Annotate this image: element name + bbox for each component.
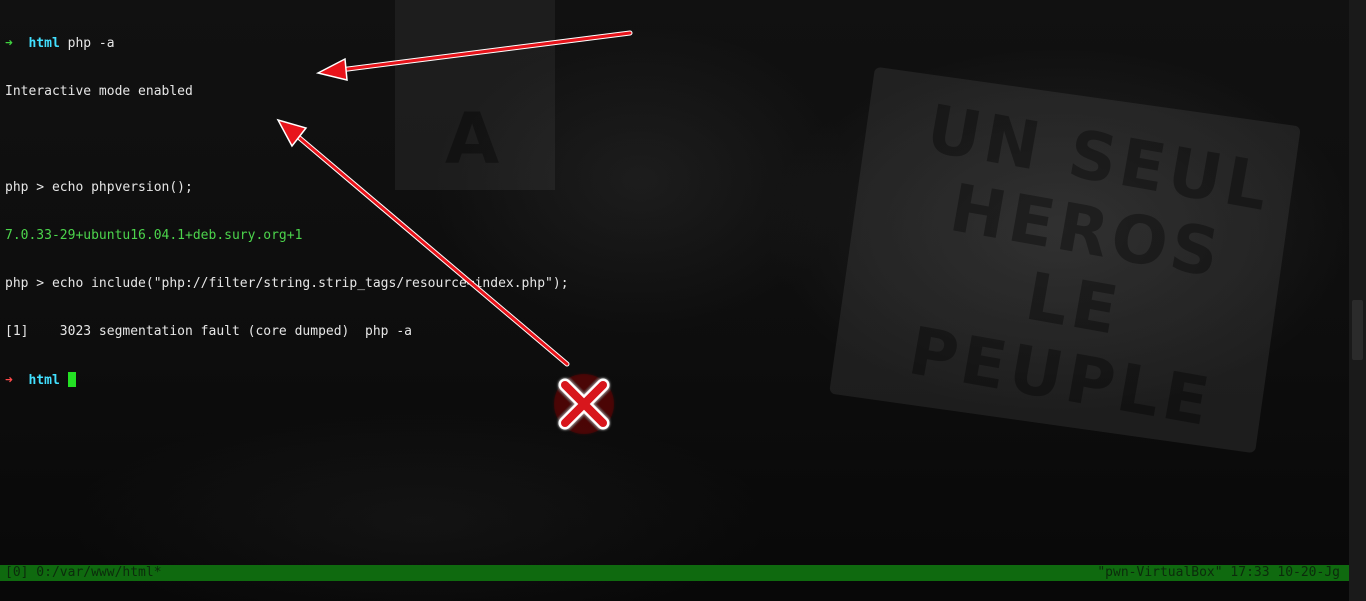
terminal-line-prompt[interactable]: ➜ html bbox=[5, 372, 569, 388]
prompt-directory: html bbox=[28, 373, 60, 388]
command-text: php -a bbox=[59, 36, 115, 51]
scrollbar-thumb[interactable] bbox=[1352, 300, 1363, 360]
terminal-line-prompt: ➜ html php -a bbox=[5, 36, 569, 52]
scrollbar[interactable] bbox=[1349, 0, 1366, 601]
text-cursor bbox=[67, 372, 76, 387]
tmux-status-bar: [0] 0:/var/www/html* "pwn-VirtualBox" 17… bbox=[0, 565, 1349, 581]
prompt-directory: html bbox=[28, 36, 60, 51]
terminal-line: php > echo phpversion(); bbox=[5, 180, 193, 195]
php-version-output: 7.0.33-29+ubuntu16.04.1+deb.sury.org+1 bbox=[5, 228, 303, 243]
terminal-line: Interactive mode enabled bbox=[5, 84, 193, 99]
terminal-window[interactable]: A UN SEUL HEROS LE PEUPLE ➜ html php -a … bbox=[0, 0, 1366, 601]
prompt-arrow-icon: ➜ bbox=[5, 36, 13, 51]
segfault-message: [1] 3023 segmentation fault (core dumped… bbox=[5, 324, 412, 339]
prompt-arrow-icon: ➜ bbox=[5, 373, 13, 388]
terminal-output[interactable]: ➜ html php -a Interactive mode enabled p… bbox=[5, 4, 569, 420]
background-banner-text: UN SEUL HEROS LE PEUPLE bbox=[903, 90, 1278, 442]
status-window-list[interactable]: [0] 0:/var/www/html* bbox=[5, 565, 162, 581]
status-host-time: "pwn-VirtualBox" 17:33 10-20-Jg bbox=[1097, 565, 1340, 580]
terminal-line: php > echo include("php://filter/string.… bbox=[5, 276, 569, 291]
